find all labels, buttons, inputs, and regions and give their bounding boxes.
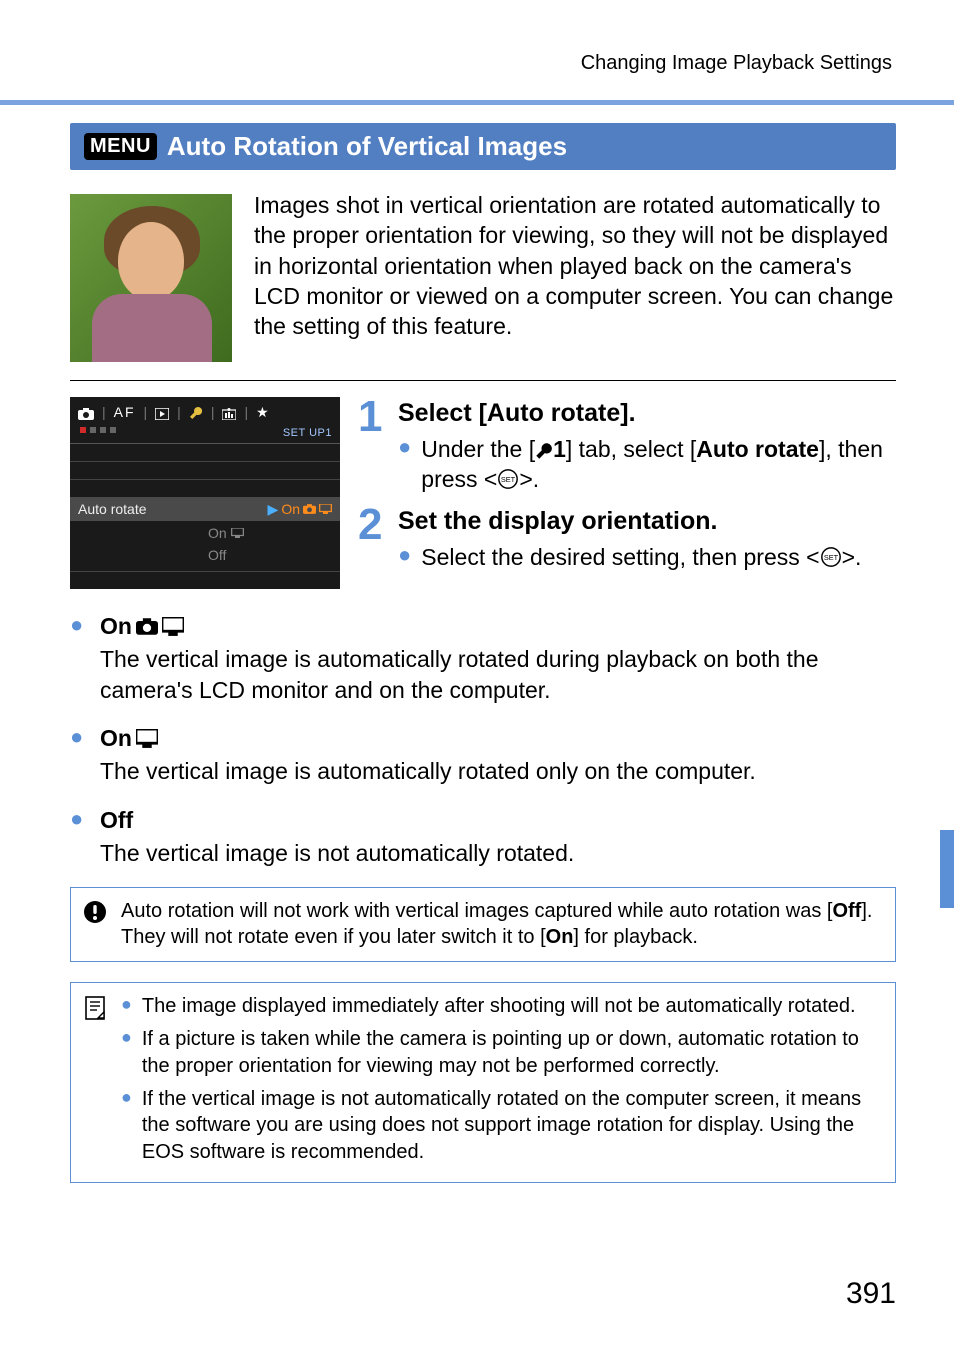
breadcrumb: Changing Image Playback Settings bbox=[70, 52, 896, 75]
svg-text:SET: SET bbox=[823, 552, 838, 561]
bullet-dot-icon: ● bbox=[70, 805, 88, 869]
option-3-desc: The vertical image is not automatically … bbox=[100, 838, 574, 869]
menu-row-value: ▶ On bbox=[268, 501, 332, 518]
set-button-icon: SET bbox=[497, 468, 519, 490]
caution-note: Auto rotation will not work with vertica… bbox=[70, 887, 896, 963]
step-number-1: 1 bbox=[358, 397, 388, 495]
option-3-label: Off bbox=[100, 805, 574, 836]
camera-tab-icon bbox=[78, 404, 94, 420]
bullet-dot-icon: ● bbox=[70, 611, 88, 705]
caution-text: Auto rotation will not work with vertica… bbox=[121, 898, 881, 952]
set-button-icon: SET bbox=[820, 546, 842, 568]
wrench-icon bbox=[535, 442, 553, 460]
note-icon bbox=[83, 995, 107, 1021]
bullet-dot-icon: ● bbox=[70, 723, 88, 787]
af-tab-label: AF bbox=[114, 404, 136, 420]
section-title-text: Auto Rotation of Vertical Images bbox=[167, 131, 567, 162]
section-title: MENU Auto Rotation of Vertical Images bbox=[70, 123, 896, 170]
header-divider bbox=[0, 100, 954, 105]
star-tab-icon: ★ bbox=[256, 404, 271, 421]
intro-text: Images shot in vertical orientation are … bbox=[254, 190, 896, 362]
option-1-desc: The vertical image is automatically rota… bbox=[100, 644, 896, 706]
tip-3: If the vertical image is not automatical… bbox=[142, 1086, 881, 1166]
sample-portrait-image bbox=[70, 194, 232, 362]
svg-text:SET: SET bbox=[501, 475, 516, 484]
section-tab-marker bbox=[940, 830, 954, 908]
bullet-dot-icon: ● bbox=[121, 993, 132, 1020]
wrench-tab-icon bbox=[189, 404, 203, 420]
menu-option-3: Off bbox=[208, 547, 226, 563]
tips-note: ● The image displayed immediately after s… bbox=[70, 982, 896, 1183]
option-1-label: On bbox=[100, 611, 896, 642]
option-2-desc: The vertical image is automatically rota… bbox=[100, 756, 756, 787]
option-2-label: On bbox=[100, 723, 756, 754]
page-number: 391 bbox=[846, 1277, 896, 1311]
step-2-title: Set the display orientation. bbox=[398, 505, 861, 538]
bullet-dot-icon: ● bbox=[121, 1086, 132, 1166]
menu-badge: MENU bbox=[84, 133, 157, 160]
bullet-dot-icon: ● bbox=[398, 542, 411, 572]
setup-label: SET UP1 bbox=[283, 427, 332, 439]
camera-menu-screenshot: | AF | | | | ★ SET UP1 bbox=[70, 397, 340, 589]
step-1-title: Select [Auto rotate]. bbox=[398, 397, 896, 430]
playback-tab-icon bbox=[155, 404, 169, 420]
custom-tab-icon bbox=[222, 404, 236, 420]
monitor-icon bbox=[136, 729, 158, 748]
camera-icon bbox=[136, 618, 158, 635]
bullet-dot-icon: ● bbox=[398, 434, 411, 495]
tip-2: If a picture is taken while the camera i… bbox=[142, 1026, 881, 1080]
step-1-body: Under the [1] tab, select [Auto rotate],… bbox=[421, 434, 896, 495]
menu-option-2: On bbox=[208, 525, 244, 541]
step-2-body: Select the desired setting, then press <… bbox=[421, 542, 861, 572]
step-number-2: 2 bbox=[358, 505, 388, 572]
divider bbox=[70, 380, 896, 381]
bullet-dot-icon: ● bbox=[121, 1026, 132, 1080]
monitor-icon bbox=[162, 617, 184, 636]
tip-1: The image displayed immediately after sh… bbox=[142, 993, 856, 1020]
menu-row-label: Auto rotate bbox=[78, 501, 147, 517]
caution-icon bbox=[83, 900, 107, 924]
